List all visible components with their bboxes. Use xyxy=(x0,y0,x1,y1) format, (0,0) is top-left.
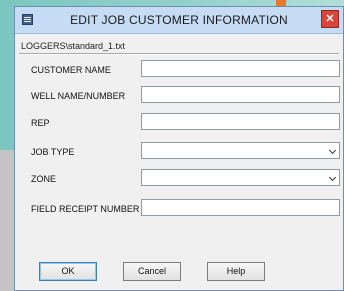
chevron-down-icon[interactable] xyxy=(328,173,337,182)
rep-input[interactable] xyxy=(141,113,340,130)
customer-name-input[interactable] xyxy=(141,60,340,77)
dialog-window: EDIT JOB CUSTOMER INFORMATION ✕ LOGGERS\… xyxy=(14,6,344,291)
job-type-select[interactable] xyxy=(141,142,340,159)
chevron-down-icon[interactable] xyxy=(328,146,337,155)
close-icon: ✕ xyxy=(325,13,335,25)
close-button[interactable]: ✕ xyxy=(321,10,339,28)
zone-label: ZONE xyxy=(31,174,57,184)
dialog-title: EDIT JOB CUSTOMER INFORMATION xyxy=(70,13,288,27)
title-bar[interactable]: EDIT JOB CUSTOMER INFORMATION ✕ xyxy=(15,7,343,34)
divider xyxy=(19,53,339,55)
customer-name-label: CUSTOMER NAME xyxy=(31,65,111,75)
help-button[interactable]: Help xyxy=(207,262,265,281)
zone-select[interactable] xyxy=(141,169,340,186)
file-path-label: LOGGERS\standard_1.txt xyxy=(21,41,126,51)
ok-button[interactable]: OK xyxy=(39,262,97,281)
well-name-input[interactable] xyxy=(141,86,340,103)
field-receipt-number-label: FIELD RECEIPT NUMBER xyxy=(31,204,140,214)
rep-label: REP xyxy=(31,118,50,128)
field-receipt-number-input[interactable] xyxy=(141,199,340,216)
cancel-button[interactable]: Cancel xyxy=(123,262,181,281)
job-type-label: JOB TYPE xyxy=(31,147,75,157)
well-name-label: WELL NAME/NUMBER xyxy=(31,91,126,101)
